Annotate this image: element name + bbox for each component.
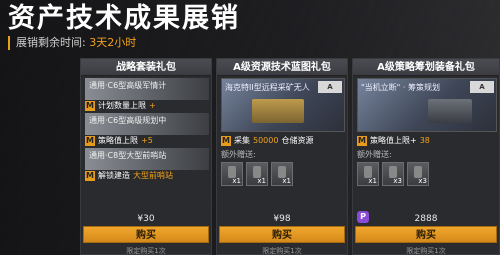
item-banner: 通用·C6型高级规划中 [85,113,209,135]
gift-item[interactable]: x1 [221,162,243,186]
item-chip: M 计划数量上限 + [85,100,156,111]
gift-item[interactable]: x1 [246,162,268,186]
m-icon: M [85,135,95,146]
remaining-time: 展销剩余时间: 3天2小时 [8,36,240,50]
drone-icon [252,99,304,123]
blueprint-image: 海克特II型远程采矿无人 A [221,78,345,132]
item-chip: M 策略值上限 +5 [85,135,153,146]
pack-title: A级资源技术蓝图礼包 [217,59,347,76]
pack-price: 2888 [414,214,438,224]
item-chip: M 解锁建造 大型前哨站 [85,170,173,181]
pack-contents: 海克特II型远程采矿无人 A M 采集 50000 仓储资源 额外赠送: x1 x1… [221,78,345,218]
pack-card-strategy-suite[interactable]: 战略套装礼包 通用·C6型高级军情计 M 计划数量上限 + 通用·C6型高级规划中 … [80,58,212,255]
remaining-label: 展销剩余时间: [16,36,86,49]
level-badge: A [318,81,342,93]
m-icon: M [85,100,95,111]
pack-card-strategy-equipment[interactable]: A级策略筹划装备礼包 "当机立断" · 筹策规划 A M 策略值上限+ 38 额外… [352,58,500,255]
gift-row: x1 x3 x3 [357,162,497,186]
pack-card-resource-blueprint[interactable]: A级资源技术蓝图礼包 海克特II型远程采矿无人 A M 采集 50000 仓储资源 … [216,58,348,255]
pack-contents: "当机立断" · 筹策规划 A M 策略值上限+ 38 额外赠送: x1 x3 x… [357,78,497,218]
extra-gift-label: 额外赠送: [357,150,392,159]
buy-button[interactable]: 购买 [83,226,209,243]
remaining-value: 3天2小时 [89,36,137,49]
level-badge: A [470,81,494,93]
blueprint-name: 海克特II型远程采矿无人 [225,83,310,92]
item-banner: 通用·C6型高级军情计 [85,78,209,100]
gift-item[interactable]: x1 [357,162,379,186]
item-chip: M 策略值上限+ 38 [357,135,430,146]
gift-row: x1 x1 x1 [221,162,345,186]
m-icon: M [357,135,367,146]
mech-icon [428,99,472,123]
pack-price: ¥98 [273,214,291,224]
gift-item[interactable]: x3 [407,162,429,186]
header: 资产技术成果展销 展销剩余时间: 3天2小时 [8,2,240,50]
m-icon: M [221,135,231,146]
pack-price: ¥30 [137,214,155,224]
gift-item[interactable]: x1 [271,162,293,186]
extra-gift-label: 额外赠送: [221,150,256,159]
purchase-limit: 限定购买1次 [126,247,166,255]
pack-contents: 通用·C6型高级军情计 M 计划数量上限 + 通用·C6型高级规划中 M 策略值上限 +… [85,78,209,218]
purchase-limit: 限定购买1次 [262,247,302,255]
gift-item[interactable]: x3 [382,162,404,186]
purchase-limit: 限定购买1次 [406,247,446,255]
item-chip: M 采集 50000 仓储资源 [221,135,314,146]
equipment-image: "当机立断" · 筹策规划 A [357,78,497,132]
m-icon: M [85,170,95,181]
page-title: 资产技术成果展销 [8,3,240,34]
equipment-name: "当机立断" · 筹策规划 [361,83,440,92]
item-banner: 通用·C8型大型前哨站 [85,148,209,170]
pack-list: 战略套装礼包 通用·C6型高级军情计 M 计划数量上限 + 通用·C6型高级规划中 … [80,58,500,255]
pack-title: 战略套装礼包 [81,59,211,76]
pack-title: A级策略筹划装备礼包 [353,59,499,76]
buy-button[interactable]: 购买 [355,226,497,243]
buy-button[interactable]: 购买 [219,226,345,243]
